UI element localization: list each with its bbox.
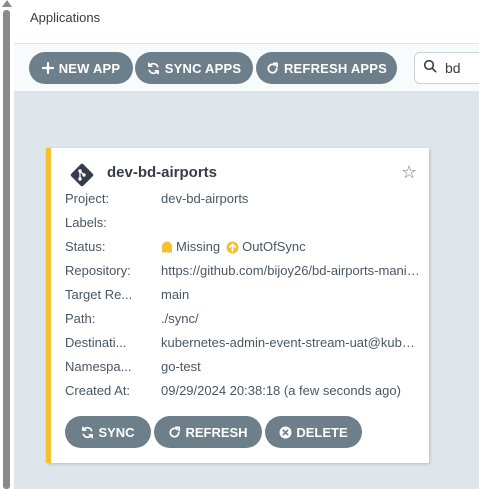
repository-label: Repository: xyxy=(65,263,131,278)
target-revision-label: Target Re... xyxy=(65,287,133,302)
path-value: ./sync/ xyxy=(161,311,199,326)
toolbar: NEW APP SYNC APPS REFRESH APPS xyxy=(14,44,479,92)
namespace-label: Namespa... xyxy=(65,359,132,374)
health-status: Missing xyxy=(176,239,221,254)
git-icon xyxy=(69,162,94,187)
page-title: Applications xyxy=(30,10,101,25)
refresh-button[interactable]: REFRESH xyxy=(154,416,262,448)
sync-label: SYNC xyxy=(98,424,135,440)
app-title[interactable]: dev-bd-airports xyxy=(107,164,217,181)
sync-icon xyxy=(81,426,94,439)
delete-label: DELETE xyxy=(296,424,348,440)
created-at-value: 09/29/2024 20:38:18 (a few seconds ago) xyxy=(161,383,401,398)
sync-button[interactable]: SYNC xyxy=(65,416,151,448)
refresh-icon xyxy=(266,62,279,75)
search-input[interactable] xyxy=(445,60,479,76)
sync-apps-label: SYNC APPS xyxy=(164,60,242,76)
star-icon[interactable]: ☆ xyxy=(401,162,417,183)
refresh-label: REFRESH xyxy=(185,424,248,440)
refresh-apps-label: REFRESH APPS xyxy=(283,60,388,76)
target-revision-value: main xyxy=(161,287,190,302)
left-scrollbar[interactable] xyxy=(0,0,14,489)
sync-status: OutOfSync xyxy=(242,239,306,254)
ghost-icon xyxy=(161,241,173,254)
delete-circle-x-icon xyxy=(279,426,292,439)
new-app-button[interactable]: NEW APP xyxy=(29,52,133,84)
scroll-up-arrow-icon[interactable] xyxy=(2,0,12,7)
app-card[interactable]: dev-bd-airports ☆ Project: dev-bd-airpor… xyxy=(46,148,429,463)
path-label: Path: xyxy=(65,311,96,326)
sync-apps-button[interactable]: SYNC APPS xyxy=(135,52,253,84)
status-value: Missing OutOfSync xyxy=(161,238,421,256)
search-box[interactable] xyxy=(414,52,479,84)
arrow-up-circle-icon xyxy=(226,241,239,254)
project-label: Project: xyxy=(65,191,110,206)
destination-value: kubernetes-admin-event-stream-uat@kubern… xyxy=(161,335,421,350)
destination-label: Destinati... xyxy=(65,335,127,350)
created-at-label: Created At: xyxy=(65,383,131,398)
status-label: Status: xyxy=(65,239,106,254)
sync-icon xyxy=(147,62,160,75)
plus-icon xyxy=(41,62,54,74)
scrollbar-thumb[interactable] xyxy=(3,10,10,489)
project-value: dev-bd-airports xyxy=(161,191,249,206)
new-app-label: NEW APP xyxy=(58,60,121,76)
repository-value: https://github.com/bijoy26/bd-airports-m… xyxy=(161,263,421,278)
refresh-apps-button[interactable]: REFRESH APPS xyxy=(256,52,397,84)
search-icon xyxy=(423,59,437,78)
namespace-value: go-test xyxy=(161,359,201,374)
top-header: Applications xyxy=(14,0,479,44)
refresh-icon xyxy=(168,426,181,439)
labels-label: Labels: xyxy=(65,215,107,230)
delete-button[interactable]: DELETE xyxy=(265,416,362,448)
